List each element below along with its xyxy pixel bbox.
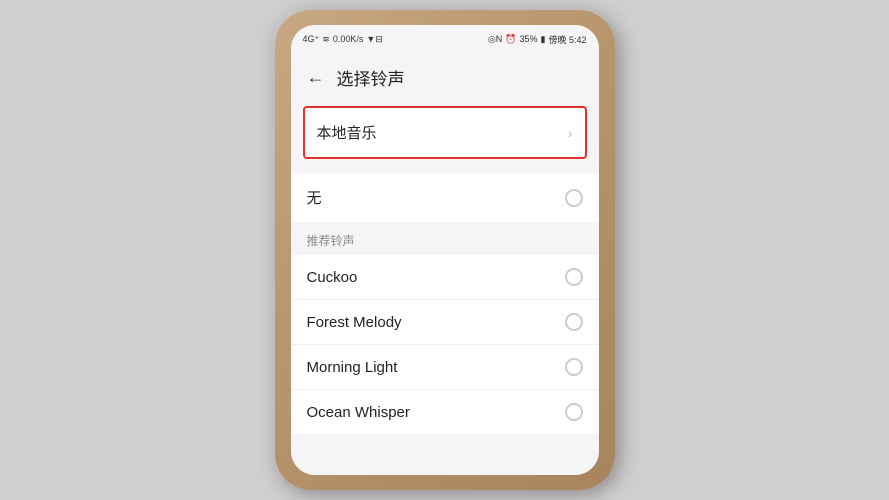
local-music-item[interactable]: 本地音乐 ›: [303, 106, 587, 159]
alarm-icon: ⏰: [505, 34, 516, 45]
ringtone-list: Cuckoo Forest Melody Morning Light Ocean…: [291, 255, 599, 434]
battery-icon: ▮: [541, 34, 546, 45]
ringtone-radio-morning-light[interactable]: [565, 358, 583, 376]
status-right: ◎N ⏰ 35% ▮ 傍晚 5:42: [488, 33, 587, 46]
ringtone-item-ocean-whisper[interactable]: Ocean Whisper: [291, 389, 599, 434]
battery-level: 35%: [520, 34, 538, 44]
ringtone-label-morning-light: Morning Light: [307, 359, 398, 376]
signal-icon: 4G⁺: [303, 34, 320, 45]
time-label: 傍晚 5:42: [548, 33, 586, 46]
ringtone-radio-ocean-whisper[interactable]: [565, 403, 583, 421]
none-label: 无: [307, 187, 322, 208]
ringtone-item-forest-melody[interactable]: Forest Melody: [291, 299, 599, 344]
data-speed: 0.00K/s: [333, 34, 364, 44]
phone-frame: 4G⁺ ≋ 0.00K/s ▼⊟ ◎N ⏰ 35% ▮ 傍晚 5:42 ← 选择…: [275, 10, 615, 490]
status-left: 4G⁺ ≋ 0.00K/s ▼⊟: [303, 34, 383, 45]
ringtone-radio-cuckoo[interactable]: [565, 268, 583, 286]
phone-screen: 4G⁺ ≋ 0.00K/s ▼⊟ ◎N ⏰ 35% ▮ 傍晚 5:42 ← 选择…: [291, 25, 599, 475]
ringtone-radio-forest-melody[interactable]: [565, 313, 583, 331]
app-content: ← 选择铃声 本地音乐 › 无 推荐铃声 Cuckoo: [291, 53, 599, 475]
ringtone-item-morning-light[interactable]: Morning Light: [291, 344, 599, 389]
ringtone-label-ocean-whisper: Ocean Whisper: [307, 404, 410, 421]
ringtone-item-cuckoo[interactable]: Cuckoo: [291, 255, 599, 299]
none-radio-button[interactable]: [565, 189, 583, 207]
chevron-right-icon: ›: [568, 125, 573, 141]
ringtone-label-cuckoo: Cuckoo: [307, 269, 358, 286]
status-bar: 4G⁺ ≋ 0.00K/s ▼⊟ ◎N ⏰ 35% ▮ 傍晚 5:42: [291, 25, 599, 53]
page-title: 选择铃声: [337, 65, 405, 90]
local-music-label: 本地音乐: [317, 122, 377, 143]
notification-icons: ▼⊟: [366, 34, 382, 45]
wifi-icon: ≋: [322, 34, 330, 45]
nfc-icon: ◎N: [488, 34, 502, 45]
title-bar: ← 选择铃声: [291, 53, 599, 102]
ringtone-label-forest-melody: Forest Melody: [307, 314, 402, 331]
recommended-section-header: 推荐铃声: [291, 222, 599, 255]
gap-spacer: [291, 163, 599, 173]
none-option-item[interactable]: 无: [291, 173, 599, 222]
back-button[interactable]: ←: [307, 67, 325, 88]
